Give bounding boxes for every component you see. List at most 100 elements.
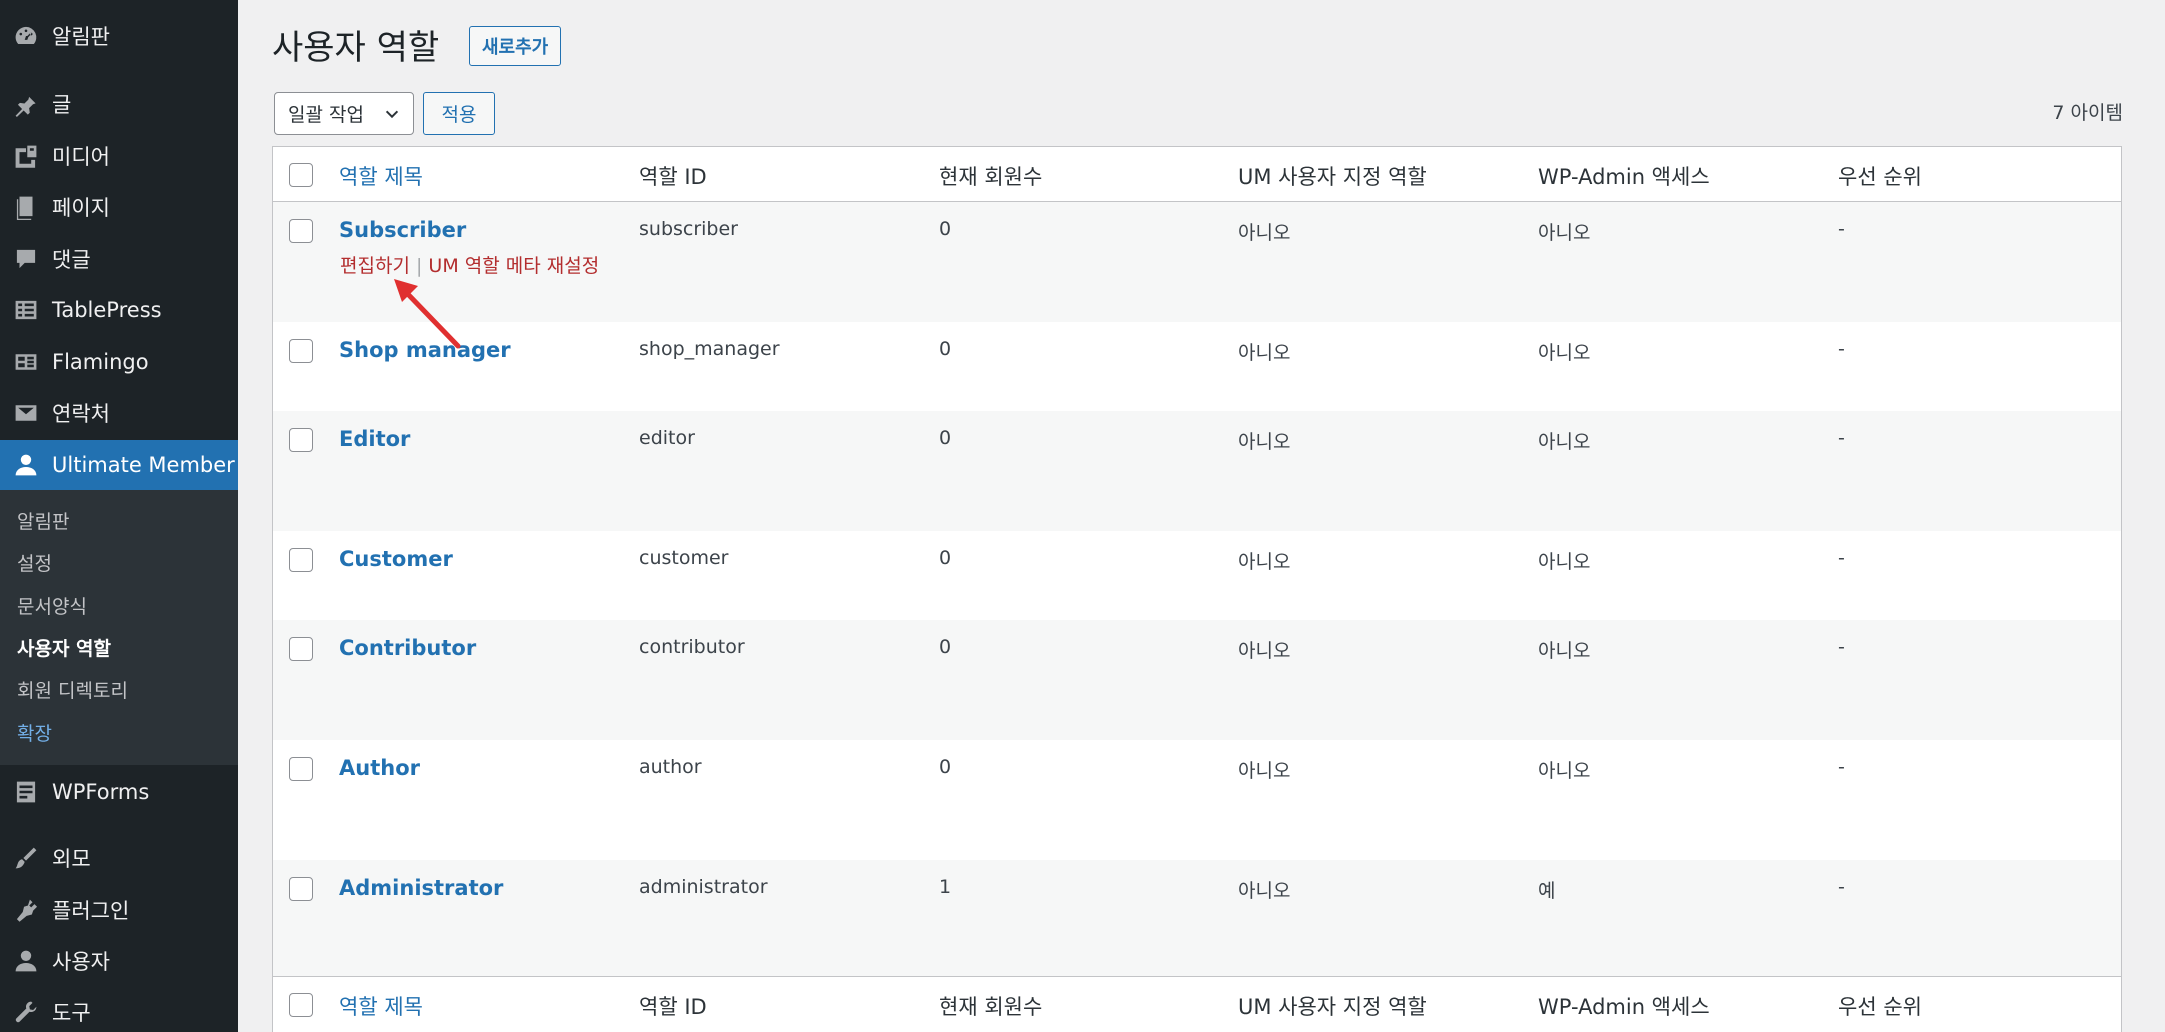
column-wp-admin: WP-Admin 액세스 <box>1538 165 1710 189</box>
column-um-custom: UM 사용자 지정 역할 <box>1238 165 1427 189</box>
menu-label: WPForms <box>52 780 150 804</box>
column-priority: 우선 순위 <box>1838 165 1922 189</box>
user-icon <box>0 452 52 478</box>
select-all-checkbox-footer[interactable] <box>289 993 313 1017</box>
column-wp-admin: WP-Admin 액세스 <box>1538 995 1710 1019</box>
row-actions: 편집하기 | UM 역할 메타 재설정 <box>340 251 605 281</box>
menu-label: 페이지 <box>52 196 110 220</box>
menu-label: 미디어 <box>52 145 110 169</box>
submenu-forms[interactable]: 문서양식 <box>17 585 87 625</box>
main-content: 사용자 역할 새로추가 일괄 작업 적용 7 아이템 역할 제목 역할 ID 현… <box>238 0 2165 1032</box>
row-checkbox[interactable] <box>289 877 313 901</box>
menu-label: 플러그인 <box>52 899 130 923</box>
wp-admin-access: 아니오 <box>1538 640 1591 662</box>
menu-wpforms[interactable]: WPForms <box>0 767 238 817</box>
add-new-button[interactable]: 새로추가 <box>469 26 562 66</box>
table-row: Editor editor 0 아니오 아니오 - <box>273 411 2121 531</box>
comment-icon <box>0 246 52 272</box>
role-id: customer <box>639 547 729 569</box>
member-count: 0 <box>939 427 952 449</box>
role-id: subscriber <box>639 218 738 240</box>
wp-admin-access: 예 <box>1538 880 1556 902</box>
table-row: Customer customer 0 아니오 아니오 - <box>273 531 2121 620</box>
row-checkbox[interactable] <box>289 757 313 781</box>
role-title-link[interactable]: Subscriber <box>339 218 466 242</box>
menu-contact[interactable]: 연락처 <box>0 388 238 438</box>
chevron-down-icon <box>385 110 399 119</box>
member-count: 0 <box>939 636 952 658</box>
member-count: 0 <box>939 218 952 240</box>
roles-table: 역할 제목 역할 ID 현재 회원수 UM 사용자 지정 역할 WP-Admin… <box>272 146 2122 1032</box>
priority: - <box>1838 876 1845 898</box>
table-header: 역할 제목 역할 ID 현재 회원수 UM 사용자 지정 역할 WP-Admin… <box>273 147 2121 202</box>
row-checkbox[interactable] <box>289 219 313 243</box>
select-all-checkbox[interactable] <box>289 163 313 187</box>
priority: - <box>1838 547 1845 569</box>
menu-tools[interactable]: 도구 <box>0 987 238 1032</box>
menu-label: 글 <box>52 93 72 117</box>
row-checkbox[interactable] <box>289 637 313 661</box>
menu-label: Ultimate Member <box>52 453 235 477</box>
ultimate-member-submenu: 알림판 설정 문서양식 사용자 역할 회원 디렉토리 확장 <box>0 490 238 765</box>
menu-label: 연락처 <box>52 402 110 426</box>
submenu-settings[interactable]: 설정 <box>17 542 52 582</box>
member-count: 0 <box>939 338 952 360</box>
role-title-link[interactable]: Editor <box>339 427 410 451</box>
submenu-dashboard[interactable]: 알림판 <box>17 500 69 540</box>
item-count: 7 아이템 <box>2052 102 2123 124</box>
um-custom-role: 아니오 <box>1238 342 1291 364</box>
priority: - <box>1838 338 1845 360</box>
submenu-extensions[interactable]: 확장 <box>17 712 52 752</box>
column-um-custom: UM 사용자 지정 역할 <box>1238 995 1427 1019</box>
submenu-member-directories[interactable]: 회원 디렉토리 <box>17 669 128 709</box>
row-checkbox[interactable] <box>289 339 313 363</box>
column-members: 현재 회원수 <box>939 165 1043 189</box>
column-role-id: 역할 ID <box>639 995 707 1019</box>
role-title-link[interactable]: Administrator <box>339 876 503 900</box>
users-icon <box>0 948 52 974</box>
table-row: Shop manager shop_manager 0 아니오 아니오 - <box>273 322 2121 411</box>
wp-admin-access: 아니오 <box>1538 222 1591 244</box>
menu-users[interactable]: 사용자 <box>0 936 238 986</box>
row-checkbox[interactable] <box>289 548 313 572</box>
menu-plugins[interactable]: 플러그인 <box>0 885 238 935</box>
media-icon <box>0 143 52 169</box>
priority: - <box>1838 427 1845 449</box>
menu-pages[interactable]: 페이지 <box>0 182 238 232</box>
menu-comments[interactable]: 댓글 <box>0 234 238 284</box>
menu-media[interactable]: 미디어 <box>0 131 238 181</box>
apply-button[interactable]: 적용 <box>423 92 495 135</box>
wp-admin-access: 아니오 <box>1538 551 1591 573</box>
mail-icon <box>0 400 52 426</box>
menu-label: 도구 <box>52 1001 91 1025</box>
column-role-title[interactable]: 역할 제목 <box>339 161 423 191</box>
role-title-link[interactable]: Author <box>339 756 420 780</box>
um-custom-role: 아니오 <box>1238 222 1291 244</box>
menu-flamingo[interactable]: Flamingo <box>0 337 238 387</box>
row-checkbox[interactable] <box>289 428 313 452</box>
menu-label: 댓글 <box>52 248 91 272</box>
bulk-action-select[interactable]: 일괄 작업 <box>274 92 414 135</box>
submenu-user-roles[interactable]: 사용자 역할 <box>17 627 111 667</box>
priority: - <box>1838 218 1845 240</box>
menu-label: 알림판 <box>52 25 110 49</box>
table-icon <box>0 297 52 323</box>
menu-appearance[interactable]: 외모 <box>0 833 238 883</box>
menu-label: 사용자 <box>52 950 110 974</box>
role-title-link[interactable]: Customer <box>339 547 453 571</box>
menu-posts[interactable]: 글 <box>0 79 238 129</box>
page-icon <box>0 194 52 220</box>
plugin-icon <box>0 897 52 923</box>
menu-tablepress[interactable]: TablePress <box>0 285 238 335</box>
column-role-title[interactable]: 역할 제목 <box>339 991 423 1021</box>
role-title-link[interactable]: Contributor <box>339 636 476 660</box>
member-count: 0 <box>939 547 952 569</box>
um-custom-role: 아니오 <box>1238 431 1291 453</box>
menu-ultimate-member[interactable]: Ultimate Member <box>0 440 238 490</box>
column-role-id: 역할 ID <box>639 165 707 189</box>
column-members: 현재 회원수 <box>939 995 1043 1019</box>
admin-sidebar: 알림판 글 미디어 페이지 댓글 TablePress Flamingo 연락처… <box>0 0 238 1032</box>
menu-dashboard[interactable]: 알림판 <box>0 11 238 61</box>
priority: - <box>1838 756 1845 778</box>
forms-icon <box>0 779 52 805</box>
